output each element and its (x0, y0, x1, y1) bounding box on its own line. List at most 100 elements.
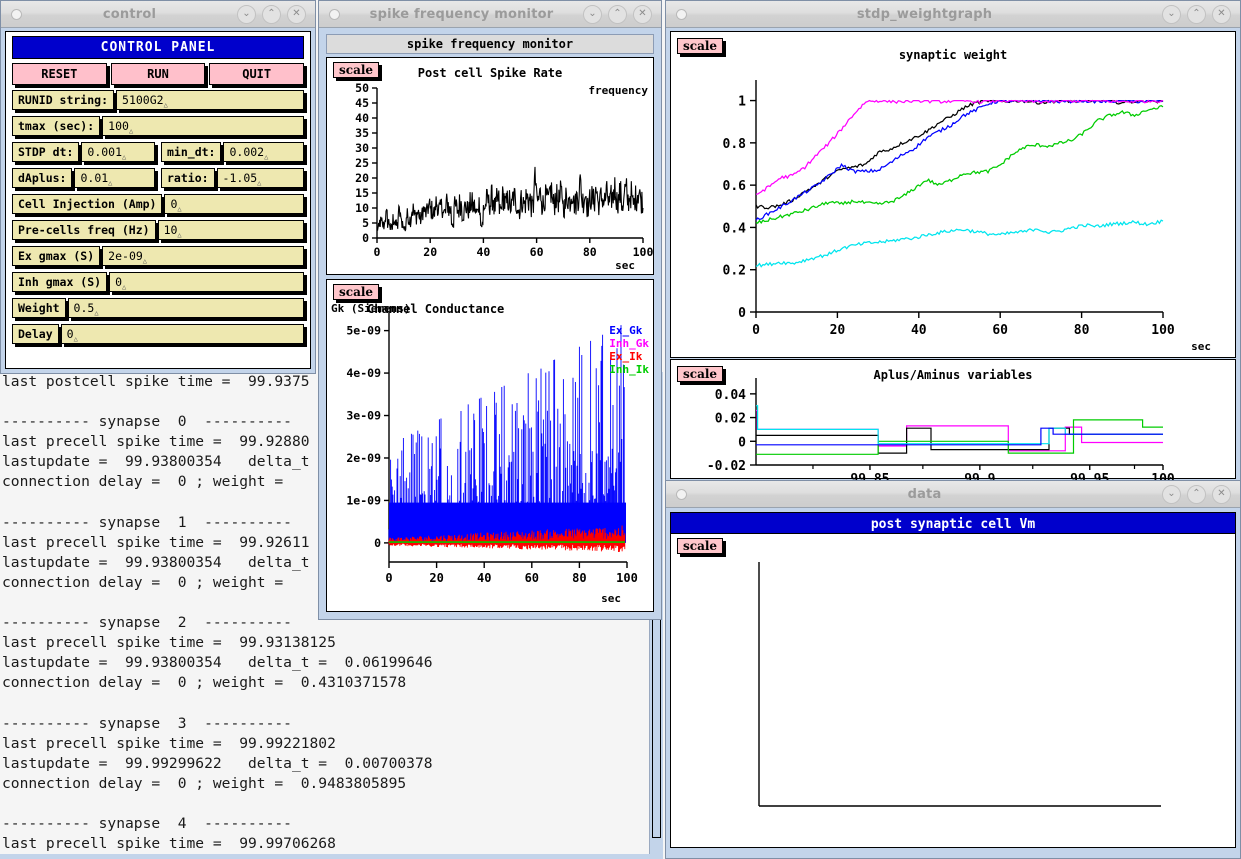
ex-gmax-input[interactable]: 2e-09 △ (102, 246, 304, 266)
svg-text:0: 0 (738, 306, 746, 321)
close-icon[interactable]: ✕ (633, 4, 652, 24)
window-menu-dot-icon[interactable] (676, 8, 687, 20)
svg-text:1: 1 (738, 95, 746, 110)
window-menu-dot-icon[interactable] (11, 8, 22, 20)
svg-text:100: 100 (1151, 323, 1175, 338)
quit-button[interactable]: QUIT (209, 63, 305, 85)
sfm-window-buttons: ⌄ ⌃ ✕ (583, 4, 652, 24)
stdp-window-title: stdp_weightgraph (856, 6, 993, 22)
weight-input[interactable]: 0.5 △ (67, 298, 304, 318)
field-row-daplus: dAplus: 0.01 △ ratio: -1.05 △ (12, 168, 304, 188)
maximize-icon[interactable]: ⌃ (262, 4, 281, 24)
field-row-stdp-dt: STDP dt: 0.001 △ min_dt: 0.002 △ (12, 142, 304, 162)
scale-button-synaptic-weight[interactable]: scale (677, 38, 724, 54)
delay-value: 0 (66, 327, 74, 341)
field-row-runid: RUNID string: 5100G2 △ (12, 90, 304, 110)
ratio-input[interactable]: -1.05 △ (216, 168, 304, 188)
conductance-legend: Ex_Gk Inh_Gk Ex_Ik Inh_Ik (609, 324, 649, 376)
aplus-aminus-title: Aplus/Aminus variables (873, 368, 1033, 382)
minimize-icon[interactable]: ⌄ (1162, 4, 1181, 24)
svg-text:0.4: 0.4 (723, 221, 747, 236)
precell-freq-value: 10 (163, 223, 178, 237)
scale-button-membrane-potential[interactable]: scale (677, 538, 724, 554)
reset-button[interactable]: RESET (12, 63, 107, 85)
stdp-window-buttons: ⌄ ⌃ ✕ (1162, 4, 1231, 24)
maximize-icon[interactable]: ⌃ (608, 4, 627, 24)
cell-injection-input[interactable]: 0 △ (164, 194, 304, 214)
svg-text:0.8: 0.8 (723, 137, 747, 152)
svg-text:99.95: 99.95 (1070, 472, 1109, 480)
stdp-titlebar[interactable]: stdp_weightgraph ⌄ ⌃ ✕ (666, 1, 1240, 28)
control-panel: CONTROL PANEL RESET RUN QUIT RUNID strin… (6, 32, 310, 368)
svg-text:40: 40 (476, 245, 490, 259)
precell-freq-input[interactable]: 10 △ (157, 220, 304, 240)
close-icon[interactable]: ✕ (287, 4, 306, 24)
window-stdp-weightgraph[interactable]: stdp_weightgraph ⌄ ⌃ ✕ scale synaptic we… (665, 0, 1241, 484)
stdp-dt-input[interactable]: 0.001 △ (81, 142, 155, 162)
data-window-buttons: ⌄ ⌃ ✕ (1162, 484, 1231, 504)
svg-text:0: 0 (738, 435, 746, 450)
svg-text:0: 0 (374, 536, 381, 550)
tmax-input[interactable]: 100 △ (102, 116, 304, 136)
window-control[interactable]: control ⌄ ⌃ ✕ CONTROL PANEL RESET RUN QU… (0, 0, 316, 374)
data-titlebar[interactable]: data ⌄ ⌃ ✕ (666, 481, 1240, 508)
sfm-titlebar[interactable]: spike frequency monitor ⌄ ⌃ ✕ (319, 1, 661, 28)
svg-text:0: 0 (752, 323, 760, 338)
ratio-value: -1.05 (222, 171, 258, 185)
tmax-label: tmax (sec): (12, 116, 101, 136)
field-caret-icon: △ (122, 283, 127, 291)
daplus-input[interactable]: 0.01 △ (74, 168, 155, 188)
chart-channel-conductance[interactable]: scale Gk (Siemens) Channel Conductance s… (326, 279, 654, 612)
minimize-icon[interactable]: ⌄ (237, 4, 256, 24)
weight-label: Weight (12, 298, 66, 318)
control-window-buttons: ⌄ ⌃ ✕ (237, 4, 306, 24)
delay-input[interactable]: 0 △ (60, 324, 304, 344)
window-menu-dot-icon[interactable] (676, 488, 687, 500)
svg-text:0.04: 0.04 (715, 388, 746, 403)
scale-button-spike-rate[interactable]: scale (333, 62, 380, 78)
svg-text:1e-09: 1e-09 (346, 493, 381, 507)
svg-text:-0.02: -0.02 (707, 459, 746, 474)
svg-text:50: 50 (355, 81, 369, 95)
inh-gmax-value: 0 (115, 275, 123, 289)
stdp-dt-value: 0.001 (87, 145, 123, 159)
chart-aplus-aminus[interactable]: scale Aplus/Aminus variables 0.04 0.02 0 -0… (670, 359, 1236, 480)
chart-synaptic-weight[interactable]: scale synaptic weight sec 0 0.2 0.4 0.6 0.8 1… (670, 31, 1236, 358)
control-window-body: CONTROL PANEL RESET RUN QUIT RUNID strin… (5, 31, 311, 369)
chart-post-cell-spike-rate[interactable]: scale Post cell Spike Rate frequency sec… (326, 57, 654, 275)
runid-input[interactable]: 5100G2 △ (116, 90, 304, 110)
precell-freq-label: Pre-cells freq (Hz) (12, 220, 156, 240)
field-row-weight: Weight 0.5 △ (12, 298, 304, 318)
min-dt-label: min_dt: (161, 142, 222, 162)
minimize-icon[interactable]: ⌄ (1162, 484, 1181, 504)
legend-item-inh-ik: Inh_Ik (609, 363, 649, 376)
conductance-title: Channel Conductance (367, 302, 505, 316)
svg-text:20: 20 (355, 171, 369, 185)
field-caret-icon: △ (163, 101, 168, 109)
window-spike-frequency-monitor[interactable]: spike frequency monitor ⌄ ⌃ ✕ spike freq… (318, 0, 662, 620)
chart-membrane-potential[interactable]: scale (670, 533, 1236, 848)
svg-text:2e-09: 2e-09 (346, 451, 381, 465)
inh-gmax-input[interactable]: 0 △ (109, 272, 304, 292)
svg-text:5: 5 (362, 216, 369, 230)
close-icon[interactable]: ✕ (1212, 4, 1231, 24)
close-icon[interactable]: ✕ (1212, 484, 1231, 504)
control-titlebar[interactable]: control ⌄ ⌃ ✕ (1, 1, 315, 28)
minimize-icon[interactable]: ⌄ (583, 4, 602, 24)
window-menu-dot-icon[interactable] (329, 8, 340, 20)
sfm-header-label: spike frequency monitor (326, 34, 654, 54)
field-caret-icon: △ (177, 205, 182, 213)
scale-button-conductance[interactable]: scale (333, 284, 380, 300)
maximize-icon[interactable]: ⌃ (1187, 484, 1206, 504)
svg-text:20: 20 (423, 245, 437, 259)
field-caret-icon: △ (128, 127, 134, 135)
min-dt-input[interactable]: 0.002 △ (223, 142, 304, 162)
control-panel-actions: RESET RUN QUIT (12, 63, 305, 85)
run-button[interactable]: RUN (110, 63, 206, 85)
svg-text:100: 100 (633, 245, 654, 259)
weight-value: 0.5 (73, 301, 95, 315)
conductance-xlabel: sec (601, 592, 621, 605)
window-data[interactable]: data ⌄ ⌃ ✕ post synaptic cell Vm scale (665, 480, 1241, 859)
scale-button-aplus-aminus[interactable]: scale (677, 366, 724, 382)
maximize-icon[interactable]: ⌃ (1187, 4, 1206, 24)
